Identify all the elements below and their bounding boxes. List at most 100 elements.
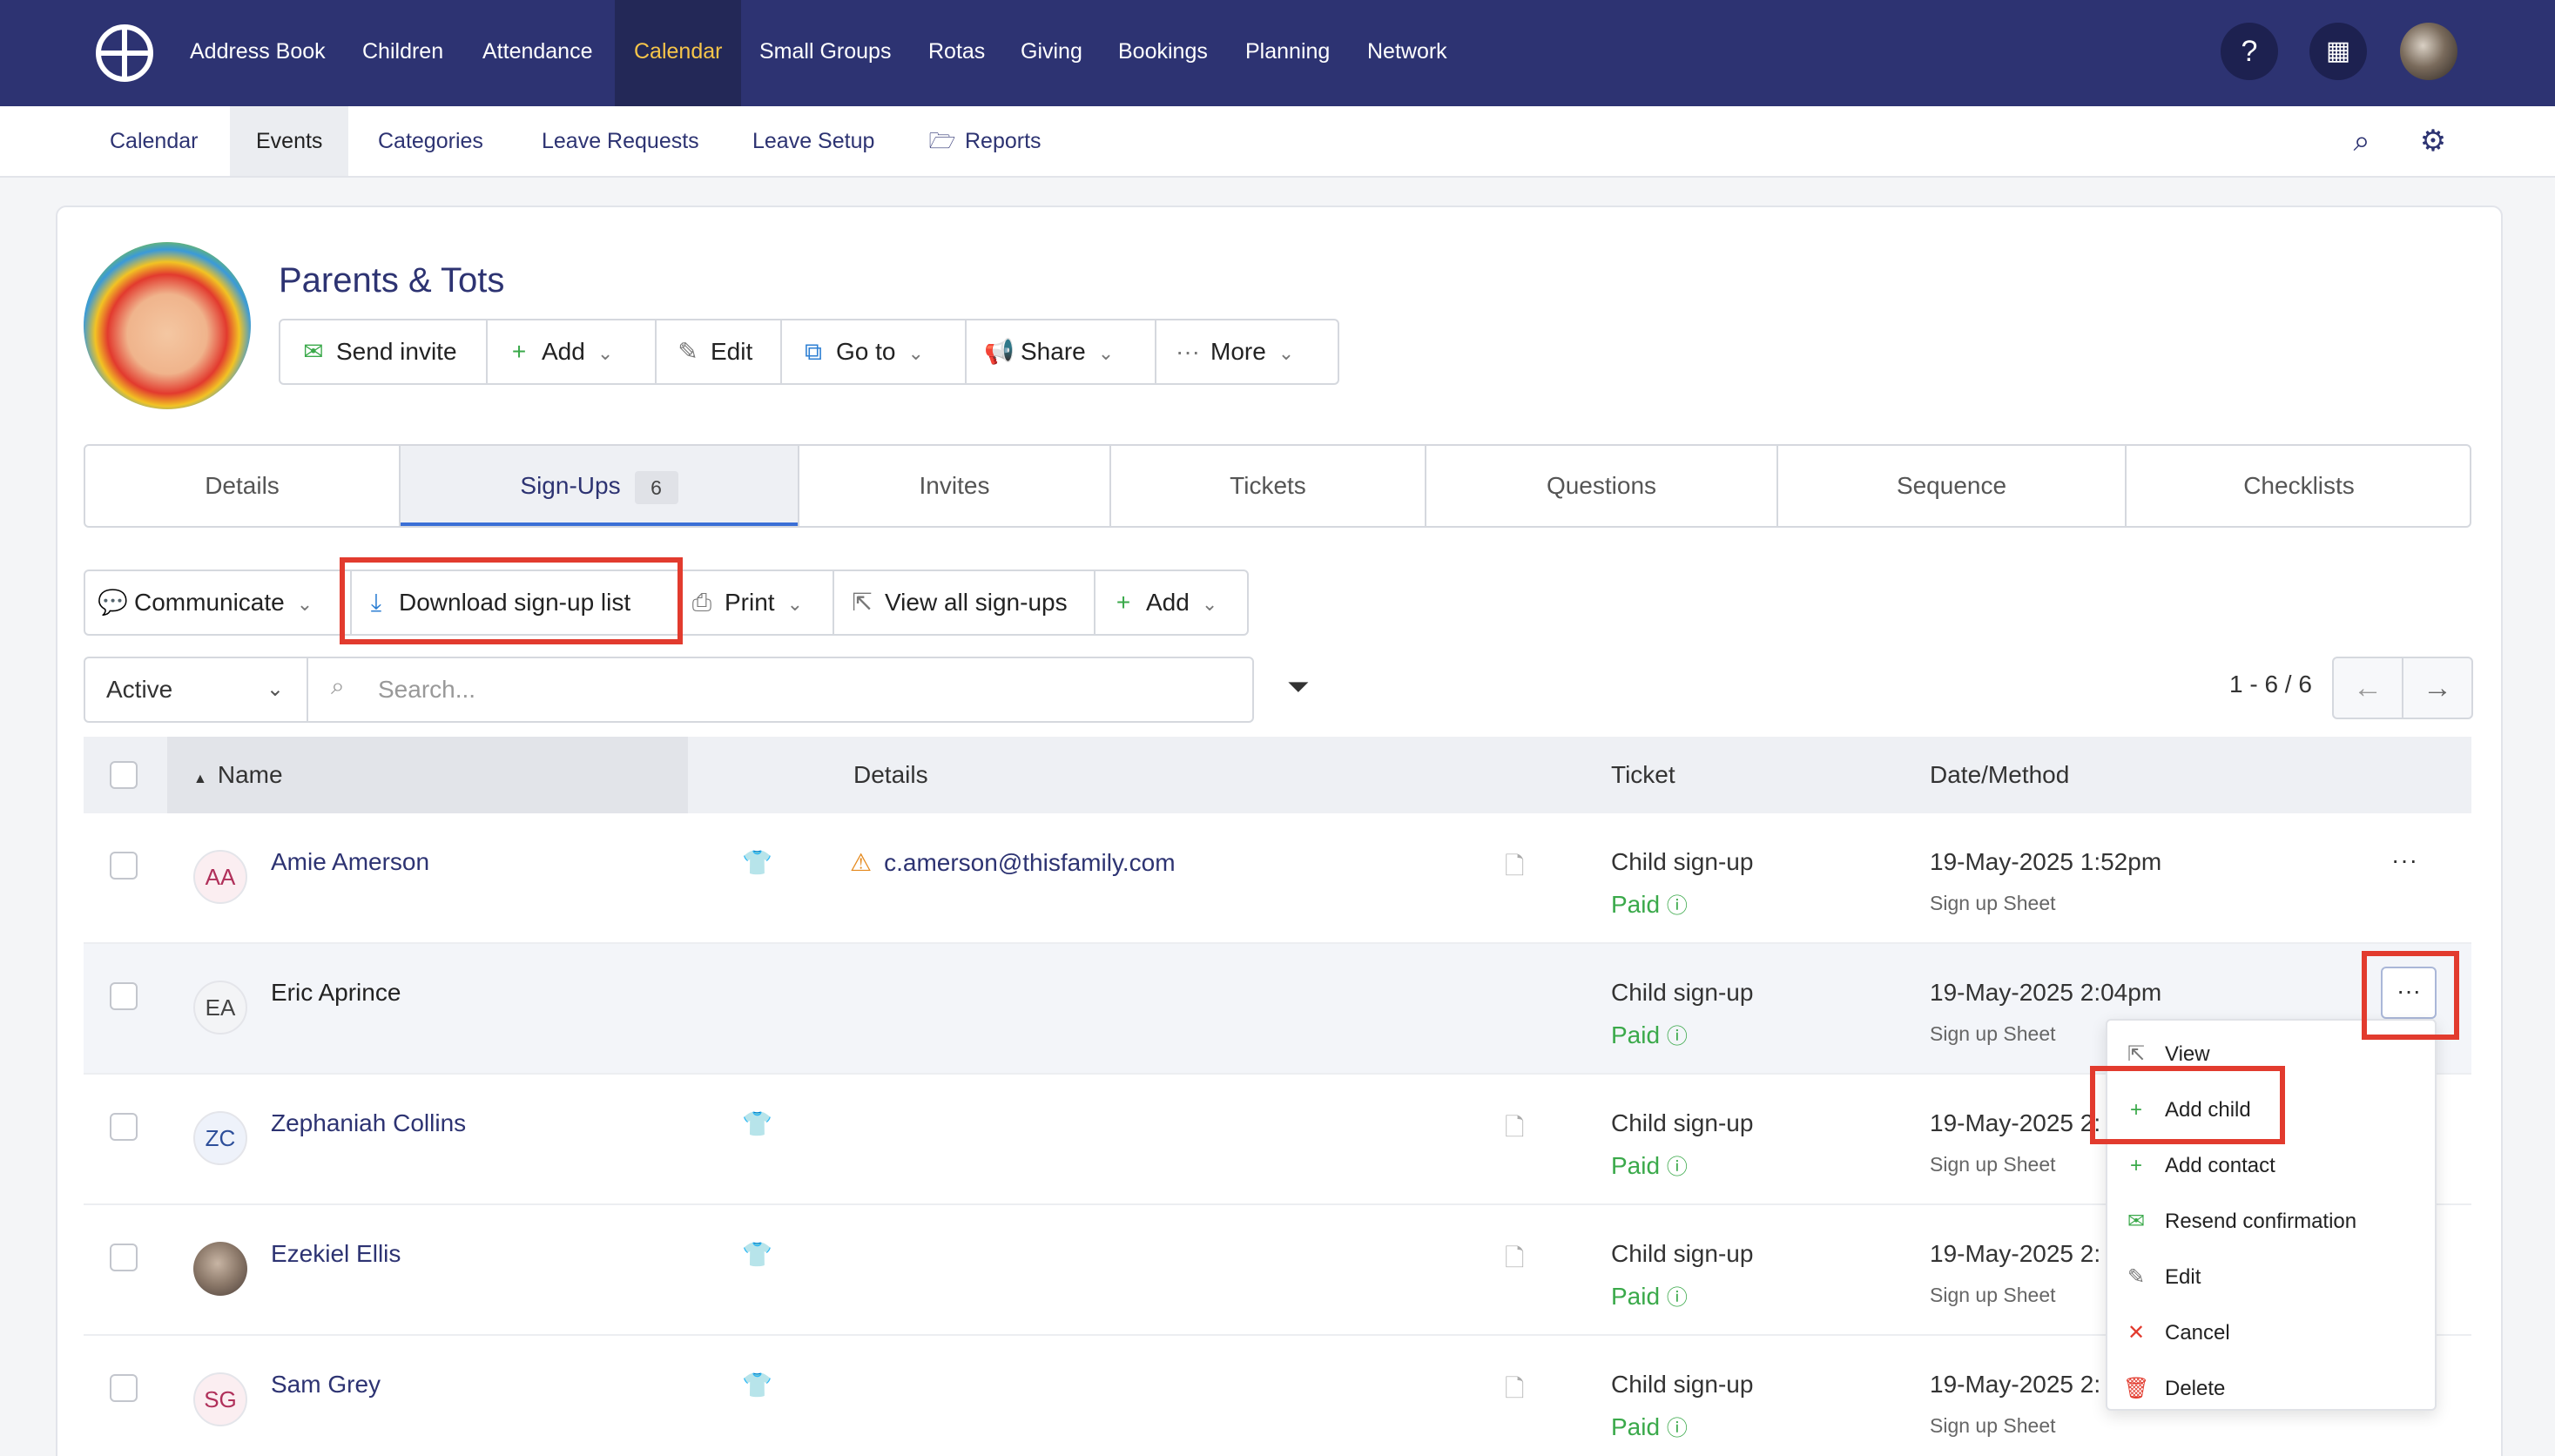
search-box: ⌕ bbox=[307, 657, 1254, 723]
menu-item-delete[interactable]: 🗑 Delete bbox=[2123, 1367, 2225, 1411]
tab-tickets[interactable]: Tickets bbox=[1111, 446, 1425, 526]
cursor-pointer-icon: ⇱ bbox=[852, 589, 873, 616]
add-sign-up-button[interactable]: + Add ⌄ bbox=[1109, 571, 1217, 634]
document-icon[interactable]: 🗋 bbox=[1505, 1240, 1525, 1282]
view-all-sign-ups-button[interactable]: ⇱ View all sign-ups bbox=[848, 571, 1068, 634]
row-checkbox[interactable] bbox=[110, 1244, 138, 1271]
person-name-link[interactable]: Amie Amerson bbox=[271, 848, 429, 876]
document-icon[interactable]: 🗋 bbox=[1505, 1371, 1525, 1412]
signup-date: 19-May-2025 2: bbox=[1930, 1109, 2101, 1136]
highlight-row-actions-button bbox=[2362, 951, 2459, 1040]
subnav-calendar[interactable]: Calendar bbox=[110, 106, 198, 176]
table-row[interactable]: AA Amie Amerson 👕 ⚠ c.amerson@thisfamily.… bbox=[84, 813, 2471, 944]
pagination-count: 1 - 6 / 6 bbox=[2229, 671, 2312, 698]
menu-item-add-contact[interactable]: + Add contact bbox=[2123, 1144, 2275, 1188]
tab-questions[interactable]: Questions bbox=[1426, 446, 1776, 526]
nav-children[interactable]: Children bbox=[362, 0, 443, 106]
select-all-checkbox[interactable] bbox=[110, 761, 138, 789]
menu-item-cancel[interactable]: ✕ Cancel bbox=[2123, 1311, 2230, 1355]
signup-method: Sign up Sheet bbox=[1930, 1022, 2056, 1045]
info-icon[interactable]: ⓘ bbox=[1667, 1286, 1688, 1310]
menu-item-edit[interactable]: ✎ Edit bbox=[2123, 1256, 2201, 1299]
tab-details[interactable]: Details bbox=[85, 446, 399, 526]
more-button[interactable]: ··· More ⌄ bbox=[1174, 320, 1294, 383]
person-name-link[interactable]: Zephaniah Collins bbox=[271, 1109, 466, 1137]
nav-attendance[interactable]: Attendance bbox=[482, 0, 593, 106]
row-checkbox[interactable] bbox=[110, 852, 138, 880]
communicate-button[interactable]: 💬 Communicate ⌄ bbox=[98, 571, 313, 634]
event-tabs: Details Sign-Ups 6 Invites Tickets Questi… bbox=[84, 444, 2471, 528]
send-invite-button[interactable]: ✉ Send invite bbox=[300, 320, 456, 383]
nav-planning[interactable]: Planning bbox=[1245, 0, 1330, 106]
subnav-events[interactable]: Events bbox=[230, 106, 349, 176]
tab-invites[interactable]: Invites bbox=[799, 446, 1109, 526]
external-link-icon: ⧉ bbox=[805, 338, 822, 365]
search-icon[interactable]: ⌕ bbox=[2341, 120, 2383, 162]
share-button[interactable]: 📢 Share ⌄ bbox=[984, 320, 1114, 383]
person-name-link[interactable]: Ezekiel Ellis bbox=[271, 1240, 401, 1268]
info-icon[interactable]: ⓘ bbox=[1667, 1417, 1688, 1440]
nav-calendar[interactable]: Calendar bbox=[615, 0, 742, 106]
person-name-link[interactable]: Sam Grey bbox=[271, 1371, 381, 1399]
pencil-icon: ✎ bbox=[678, 338, 698, 365]
app-logo-icon[interactable] bbox=[96, 24, 153, 82]
chevron-down-icon: ⌄ bbox=[266, 677, 284, 701]
person-name[interactable]: Eric Aprince bbox=[271, 979, 401, 1007]
info-icon[interactable]: ⓘ bbox=[1667, 894, 1688, 918]
menu-item-resend-confirmation[interactable]: ✉ Resend confirmation bbox=[2123, 1200, 2356, 1244]
user-avatar[interactable] bbox=[2400, 23, 2457, 80]
info-icon[interactable]: ⓘ bbox=[1667, 1156, 1688, 1179]
arrow-right-icon: → bbox=[2423, 671, 2452, 704]
event-title: Parents & Tots bbox=[279, 261, 505, 300]
building-icon[interactable]: ▦ bbox=[2309, 23, 2367, 80]
row-actions-button[interactable]: ··· bbox=[2391, 846, 2418, 874]
nav-rotas[interactable]: Rotas bbox=[928, 0, 985, 106]
printer-icon: ⎙ bbox=[691, 589, 712, 616]
nav-network[interactable]: Network bbox=[1367, 0, 1447, 106]
name-column-header[interactable]: ▲ Name bbox=[193, 737, 283, 813]
signup-method: Sign up Sheet bbox=[1930, 1153, 2056, 1176]
document-icon[interactable]: 🗋 bbox=[1505, 1109, 1525, 1151]
subnav-leave-requests[interactable]: Leave Requests bbox=[542, 106, 699, 176]
payment-status-label: Paid bbox=[1611, 1283, 1661, 1310]
table-header: ▲ Name Details Ticket Date/Method bbox=[84, 737, 2471, 813]
date-method-column-header: Date/Method bbox=[1930, 761, 2070, 788]
status-select[interactable]: Active ⌄ bbox=[84, 657, 308, 723]
signup-method: Sign up Sheet bbox=[1930, 1284, 2056, 1306]
add-event-button[interactable]: + Add ⌄ bbox=[505, 320, 613, 383]
print-button[interactable]: ⎙ Print ⌄ bbox=[688, 571, 803, 634]
row-checkbox[interactable] bbox=[110, 1113, 138, 1141]
chevron-down-icon: ⌄ bbox=[597, 342, 614, 364]
edit-event-button[interactable]: ✎ Edit bbox=[674, 320, 752, 383]
go-to-button[interactable]: ⧉ Go to ⌄ bbox=[799, 320, 924, 383]
nav-bookings[interactable]: Bookings bbox=[1118, 0, 1208, 106]
row-checkbox[interactable] bbox=[110, 982, 138, 1010]
next-page-button[interactable]: → bbox=[2402, 657, 2473, 719]
help-icon[interactable]: ? bbox=[2221, 23, 2278, 80]
info-icon[interactable]: ⓘ bbox=[1667, 1025, 1688, 1048]
chevron-down-icon: ⌄ bbox=[907, 342, 924, 364]
funnel-icon[interactable]: ⏷ bbox=[1287, 671, 1310, 704]
menu-item-edit-label: Edit bbox=[2165, 1265, 2201, 1289]
email-link[interactable]: c.amerson@thisfamily.com bbox=[884, 849, 1175, 876]
nav-giving[interactable]: Giving bbox=[1021, 0, 1082, 106]
subnav-categories[interactable]: Categories bbox=[378, 106, 483, 176]
ticket-name: Child sign-up bbox=[1611, 979, 1754, 1006]
gear-icon[interactable]: ⚙ bbox=[2412, 120, 2454, 162]
payment-status-label: Paid bbox=[1611, 891, 1661, 918]
add-sign-up-label: Add bbox=[1146, 589, 1190, 616]
signup-date: 19-May-2025 2:04pm bbox=[1930, 979, 2162, 1006]
subnav-reports[interactable]: 🗁 Reports bbox=[928, 106, 1041, 176]
subnav-leave-setup[interactable]: Leave Setup bbox=[752, 106, 874, 176]
nav-small-groups[interactable]: Small Groups bbox=[759, 0, 891, 106]
search-input[interactable] bbox=[378, 669, 1231, 711]
row-checkbox[interactable] bbox=[110, 1374, 138, 1402]
previous-page-button[interactable]: ← bbox=[2332, 657, 2403, 719]
view-all-sign-ups-label: View all sign-ups bbox=[885, 589, 1068, 616]
tab-sequence[interactable]: Sequence bbox=[1778, 446, 2125, 526]
tab-checklists[interactable]: Checklists bbox=[2127, 446, 2471, 526]
nav-address-book[interactable]: Address Book bbox=[190, 0, 326, 106]
tab-sign-ups[interactable]: Sign-Ups 6 bbox=[401, 446, 798, 526]
payment-status-label: Paid bbox=[1611, 1021, 1661, 1048]
document-icon[interactable]: 🗋 bbox=[1505, 848, 1525, 890]
